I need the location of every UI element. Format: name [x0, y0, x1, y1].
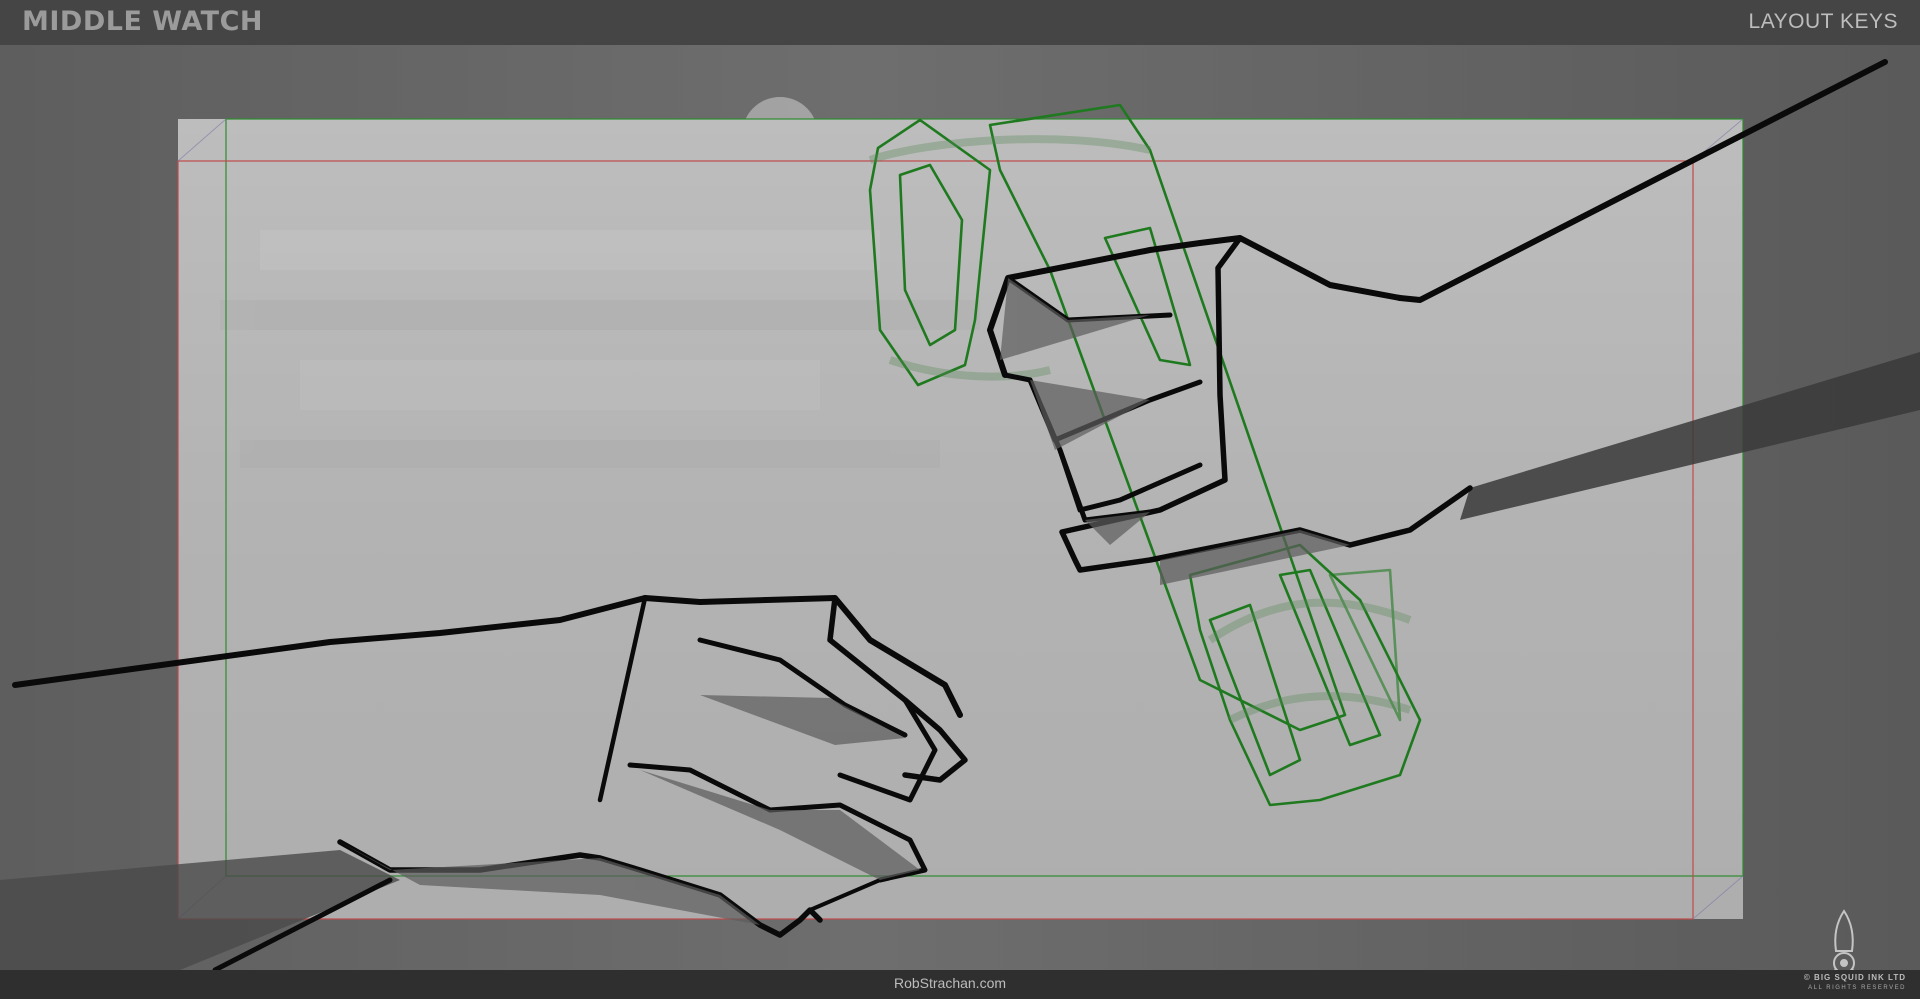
rights-text: ALL RIGHTS RESERVED: [1808, 985, 1906, 991]
section-label: LAYOUT KEYS: [1748, 10, 1898, 33]
layout-artwork: [0, 45, 1920, 970]
footer-bar: RobStrachan.com © BIG SQUID INK LTD ALL …: [0, 970, 1920, 999]
credit-link[interactable]: RobStrachan.com: [0, 975, 1900, 991]
page-title: MIDDLE WATCH: [22, 6, 263, 37]
storyboard-panel: [0, 45, 1920, 970]
copyright-text: © BIG SQUID INK LTD: [1803, 973, 1906, 982]
header-bar: MIDDLE WATCH LAYOUT KEYS: [0, 0, 1920, 45]
squid-logo-icon: [1833, 909, 1855, 970]
